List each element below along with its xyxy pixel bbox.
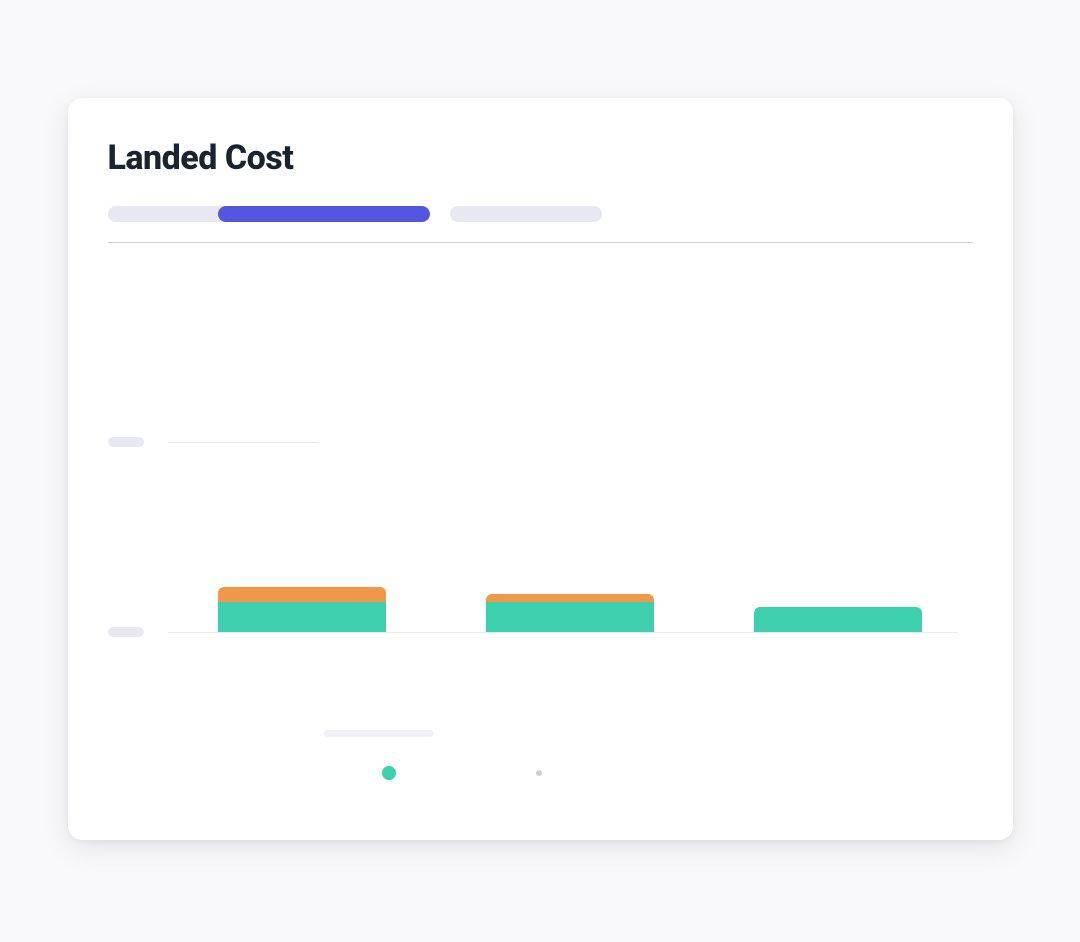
bar-group	[168, 259, 973, 632]
bar-c2	[486, 594, 654, 632]
tab-group-secondary[interactable]	[450, 206, 602, 222]
legend	[382, 766, 542, 780]
bar-segment-series-a	[754, 607, 922, 632]
legend-swatch-series-a	[382, 766, 396, 780]
gridline	[168, 632, 958, 633]
card-title: Landed Cost	[108, 138, 973, 178]
bar-segment-series-a	[218, 602, 386, 632]
tab-row	[108, 206, 973, 222]
y-tick-placeholder	[108, 627, 144, 637]
bar-segment-series-b	[218, 587, 386, 602]
divider	[108, 242, 973, 243]
chart-footer	[108, 730, 973, 810]
bar-segment-series-a	[486, 602, 654, 632]
tab-group-primary[interactable]	[108, 206, 430, 222]
bar-segment-series-b	[486, 594, 654, 602]
bar-c1	[218, 587, 386, 632]
legend-swatch-series-b	[536, 770, 542, 776]
bar-c3	[754, 607, 922, 632]
tab-active-indicator	[218, 206, 430, 222]
y-tick-placeholder	[108, 437, 144, 447]
x-category-placeholder	[324, 730, 434, 737]
stacked-bar-chart	[108, 259, 973, 679]
landed-cost-card: Landed Cost	[68, 98, 1013, 840]
